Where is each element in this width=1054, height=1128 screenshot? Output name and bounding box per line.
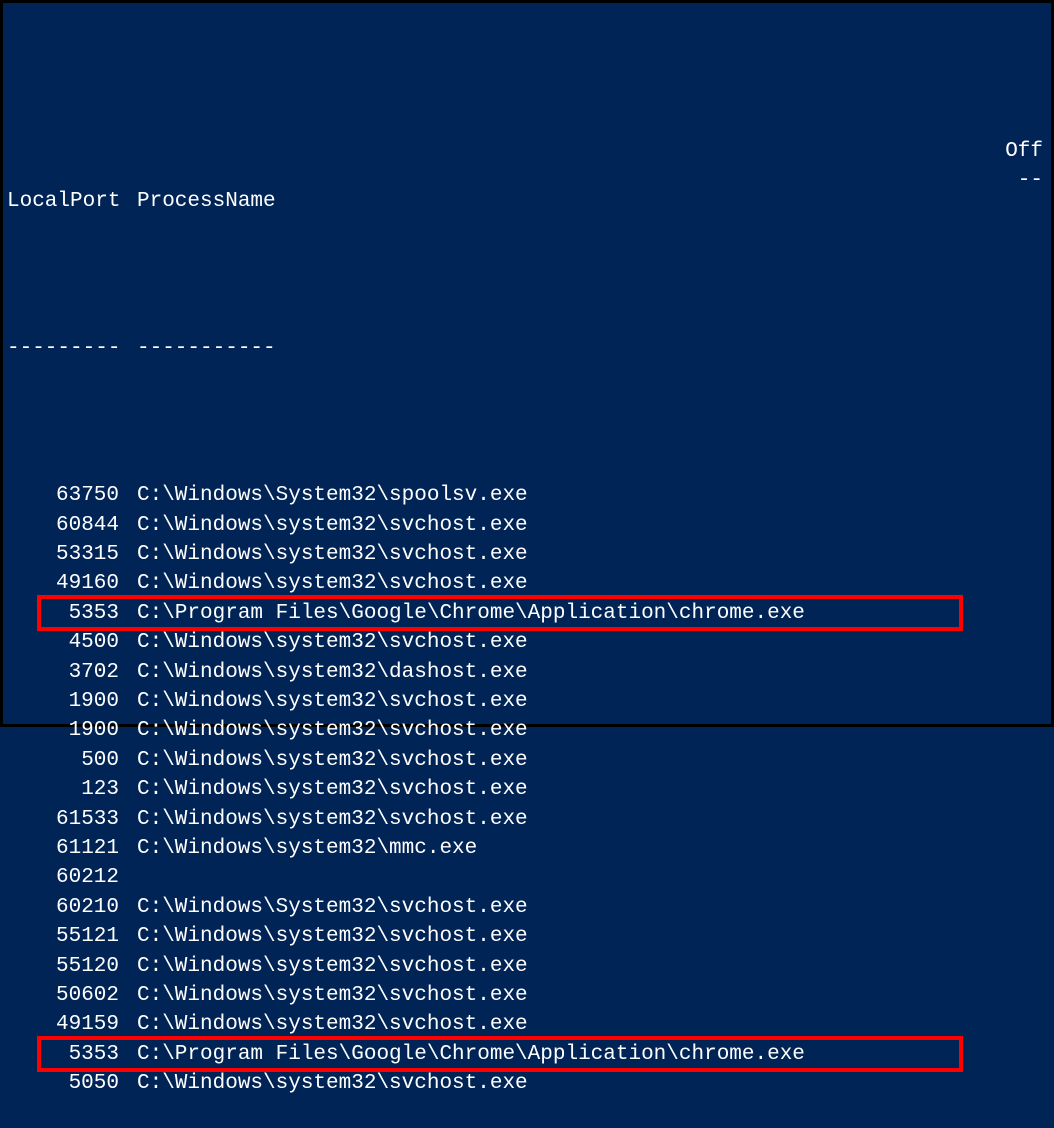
cell-process: C:\Windows\system32\svchost.exe — [137, 952, 1047, 981]
powershell-terminal[interactable]: LocalPort ProcessName Off --------- ----… — [7, 129, 1047, 834]
cell-process: C:\Windows\system32\svchost.exe — [137, 981, 1047, 1010]
cell-process: C:\Windows\system32\dashost.exe — [137, 658, 1047, 687]
cell-port: 55120 — [7, 952, 137, 981]
cell-process: C:\Windows\system32\svchost.exe — [137, 922, 1047, 951]
cell-port: 5353 — [7, 599, 137, 628]
table-row: 60210C:\Windows\System32\svchost.exe — [7, 893, 1047, 922]
table-row: 123C:\Windows\system32\svchost.exe — [7, 775, 1047, 804]
cell-process: C:\Windows\system32\svchost.exe — [137, 540, 1047, 569]
table-row: 55121C:\Windows\system32\svchost.exe — [7, 922, 1047, 951]
cell-port: 3702 — [7, 658, 137, 687]
cell-process: C:\Windows\system32\svchost.exe — [137, 628, 1047, 657]
table-header: LocalPort ProcessName — [7, 187, 1047, 216]
header-processname: ProcessName — [137, 187, 1047, 216]
table-row: 50602C:\Windows\system32\svchost.exe — [7, 981, 1047, 1010]
cell-process: C:\Windows\System32\spoolsv.exe — [137, 481, 1047, 510]
separator-localport: --------- — [7, 334, 137, 363]
cell-port: 500 — [7, 746, 137, 775]
header-off: Off — [1005, 137, 1043, 166]
table-row: 5353C:\Program Files\Google\Chrome\Appli… — [7, 1040, 1047, 1069]
table-row: 1900C:\Windows\system32\svchost.exe — [7, 687, 1047, 716]
table-row: 5353C:\Program Files\Google\Chrome\Appli… — [7, 599, 1047, 628]
cell-process: C:\Program Files\Google\Chrome\Applicati… — [137, 1040, 1047, 1069]
cell-process: C:\Windows\system32\svchost.exe — [137, 687, 1047, 716]
cell-port: 60212 — [7, 863, 137, 892]
cell-port: 123 — [7, 775, 137, 804]
table-row: 60212 — [7, 863, 1047, 892]
cell-port: 60844 — [7, 511, 137, 540]
cell-port: 60210 — [7, 893, 137, 922]
table-row: 5050C:\Windows\system32\svchost.exe — [7, 1069, 1047, 1098]
cell-process: C:\Windows\System32\svchost.exe — [137, 893, 1047, 922]
cell-port: 5353 — [7, 1040, 137, 1069]
table-row: 53315C:\Windows\system32\svchost.exe — [7, 540, 1047, 569]
cell-process: C:\Windows\system32\svchost.exe — [137, 805, 1047, 834]
cell-port: 50602 — [7, 981, 137, 1010]
table-row: 500C:\Windows\system32\svchost.exe — [7, 746, 1047, 775]
cell-port: 4500 — [7, 628, 137, 657]
header-localport: LocalPort — [7, 187, 137, 216]
cell-process: C:\Windows\system32\svchost.exe — [137, 1069, 1047, 1098]
cell-process: C:\Program Files\Google\Chrome\Applicati… — [137, 599, 1047, 628]
cell-port: 61533 — [7, 805, 137, 834]
table-row: 63750C:\Windows\System32\spoolsv.exe — [7, 481, 1047, 510]
cell-process: C:\Windows\system32\svchost.exe — [137, 746, 1047, 775]
table-row: 60844C:\Windows\system32\svchost.exe — [7, 511, 1047, 540]
separator-off: -- — [1018, 166, 1043, 195]
cell-process: C:\Windows\system32\svchost.exe — [137, 716, 1047, 745]
table-row: 3702C:\Windows\system32\dashost.exe — [7, 658, 1047, 687]
cell-process: C:\Windows\system32\mmc.exe — [137, 834, 1047, 863]
table-row: 61533C:\Windows\system32\svchost.exe — [7, 805, 1047, 834]
separator-processname: ----------- — [137, 334, 1047, 363]
table-body: 63750C:\Windows\System32\spoolsv.exe6084… — [7, 481, 1047, 1098]
cell-port: 49160 — [7, 569, 137, 598]
table-row: 1900C:\Windows\system32\svchost.exe — [7, 716, 1047, 745]
cell-port: 63750 — [7, 481, 137, 510]
cell-port: 49159 — [7, 1010, 137, 1039]
cell-port: 55121 — [7, 922, 137, 951]
table-row: 49160C:\Windows\system32\svchost.exe — [7, 569, 1047, 598]
table-separator: --------- ----------- — [7, 334, 1047, 363]
cell-port: 1900 — [7, 716, 137, 745]
cell-port: 61121 — [7, 834, 137, 863]
cell-process: C:\Windows\system32\svchost.exe — [137, 511, 1047, 540]
cell-port: 53315 — [7, 540, 137, 569]
table-row: 49159C:\Windows\system32\svchost.exe — [7, 1010, 1047, 1039]
cell-process: C:\Windows\system32\svchost.exe — [137, 1010, 1047, 1039]
cell-process — [137, 863, 1047, 892]
cell-port: 1900 — [7, 687, 137, 716]
cell-port: 5050 — [7, 1069, 137, 1098]
table-row: 61121C:\Windows\system32\mmc.exe — [7, 834, 1047, 863]
table-row: 4500C:\Windows\system32\svchost.exe — [7, 628, 1047, 657]
cell-process: C:\Windows\system32\svchost.exe — [137, 569, 1047, 598]
cell-process: C:\Windows\system32\svchost.exe — [137, 775, 1047, 804]
table-row: 55120C:\Windows\system32\svchost.exe — [7, 952, 1047, 981]
